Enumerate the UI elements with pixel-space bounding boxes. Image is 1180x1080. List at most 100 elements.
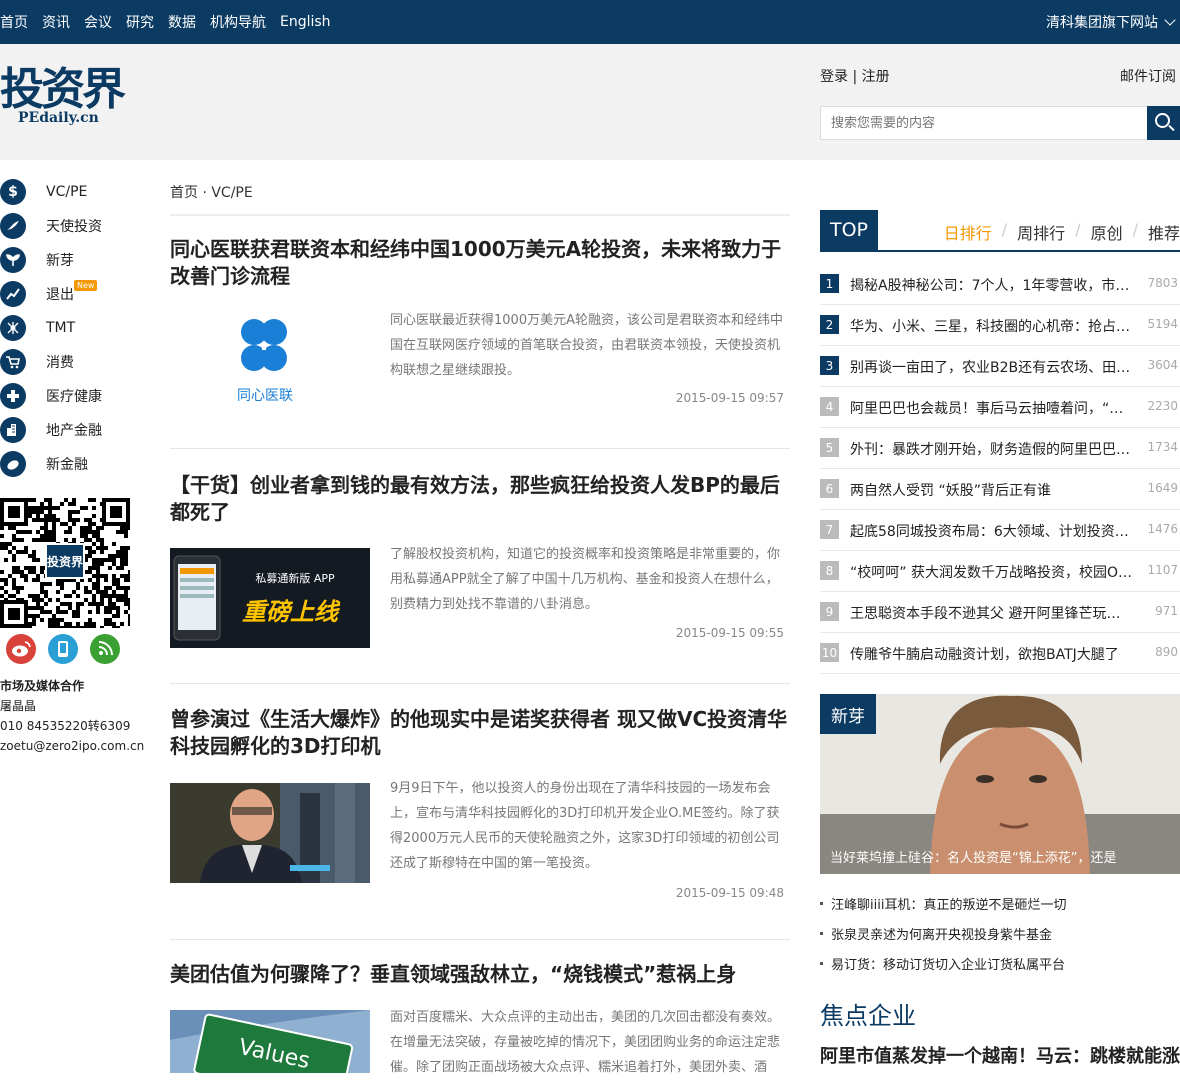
sprout-feature[interactable]: 新芽 当好莱坞撞上硅谷：名人投资是“锦上添花”，还是 xyxy=(820,694,1180,874)
sidebar-item-label: 天使投资 xyxy=(46,219,102,235)
divider xyxy=(170,683,790,684)
view-count: 971 xyxy=(1155,604,1178,618)
sidebar-item-realestate[interactable]: 地产金融 xyxy=(0,416,140,444)
view-count: 1649 xyxy=(1147,481,1178,495)
ranking-row[interactable]: 5 外刊：暴跌才刚开始，财务造假的阿里巴巴会怎样 1734 xyxy=(820,428,1180,469)
rank-title: 两自然人受罚 “妖股”背后正有谁 xyxy=(850,483,1051,499)
sprout-badge: 新芽 xyxy=(820,694,876,734)
site-logo[interactable]: 投资界 PEdaily.cn xyxy=(0,66,140,130)
rank-title: 阿里巴巴也会裁员！事后马云抽噎着问，“怎么办” xyxy=(850,401,1134,417)
article-title[interactable]: 美团估值为何骤降了？垂直领域强敌林立，“烧钱模式”惹祸上身 xyxy=(170,961,790,988)
breadcrumb[interactable]: 首页 · VC/PE xyxy=(170,182,253,202)
search-icon-handle xyxy=(1168,124,1175,132)
tab-original[interactable]: 原创 xyxy=(1091,220,1123,244)
sidebar-item-label: 新芽 xyxy=(46,253,74,269)
article-date: 2015-09-15 09:57 xyxy=(675,391,784,405)
rank-number: 3 xyxy=(820,356,839,375)
rank-number: 10 xyxy=(820,643,839,662)
feature-caption[interactable]: 当好莱坞撞上硅谷：名人投资是“锦上添花”，还是 xyxy=(830,847,1116,866)
article-date: 2015-09-15 09:48 xyxy=(675,886,784,900)
sidebar-item-label: 地产金融 xyxy=(46,423,102,439)
ranking-row[interactable]: 10 传雕爷牛腩启动融资计划，欲抱BATJ大腿了 890 xyxy=(820,633,1180,674)
rank-number: 2 xyxy=(820,315,839,334)
ranking-row[interactable]: 8 “校呵呵” 获大润发数千万战略投资，校园O2O 1107 xyxy=(820,551,1180,592)
rank-number: 1 xyxy=(820,274,839,293)
rank-number: 9 xyxy=(820,602,839,621)
nav-institutions[interactable]: 机构导航 xyxy=(210,12,266,32)
rank-number: 4 xyxy=(820,397,839,416)
contact-info: 市场及媒体合作 屠晶晶 010 84535220转6309 zoetu@zero… xyxy=(0,676,144,756)
trend-icon xyxy=(0,281,26,307)
tab-weekly[interactable]: 周排行 xyxy=(1017,220,1065,244)
nav-research[interactable]: 研究 xyxy=(126,12,154,32)
network-icon xyxy=(0,315,26,341)
article-thumbnail[interactable]: 私募通新版 APP 重磅上线 xyxy=(170,548,370,648)
article-thumbnail[interactable] xyxy=(170,783,370,883)
group-sites-dropdown[interactable]: 清科集团旗下网站 xyxy=(1046,0,1176,44)
new-badge: New xyxy=(74,280,98,291)
ranking-row[interactable]: 4 阿里巴巴也会裁员！事后马云抽噎着问，“怎么办” 2230 xyxy=(820,387,1180,428)
chevron-down-icon xyxy=(1164,13,1176,26)
rank-title: 别再谈一亩田了，农业B2B还有云农场、田田圈 xyxy=(850,360,1134,376)
focus-section-title: 焦点企业 xyxy=(820,1002,916,1030)
nav-news[interactable]: 资讯 xyxy=(42,12,70,32)
bullet xyxy=(820,961,823,965)
ranking-row[interactable]: 2 华为、小米、三星，科技圈的心机帝：抢占风口 5194 xyxy=(820,305,1180,346)
logo-chinese: 投资界 xyxy=(0,64,126,115)
site-header: 投资界 PEdaily.cn 登录 | 注册 邮件订阅 xyxy=(0,44,1180,160)
ranking-row[interactable]: 1 揭秘A股神秘公司：7个人，1年零营收，市值35亿 7803 xyxy=(820,264,1180,305)
sidebar-item-label: TMT xyxy=(46,320,76,336)
article-title[interactable]: 【干货】创业者拿到钱的最有效方法，那些疯狂给投资人发BP的最后都死了 xyxy=(170,472,790,526)
ranking-row[interactable]: 3 别再谈一亩田了，农业B2B还有云农场、田田圈 3604 xyxy=(820,346,1180,387)
bullet xyxy=(820,901,823,905)
contact-name: 屠晶晶 xyxy=(0,699,37,713)
ranking-row[interactable]: 7 起底58同城投资布局：6大领域、计划投资100亿 1476 xyxy=(820,510,1180,551)
search-button[interactable] xyxy=(1147,106,1180,140)
nav-data[interactable]: 数据 xyxy=(168,12,196,32)
focus-headline[interactable]: 阿里市值蒸发掉一个越南！马云：跳楼就能涨 xyxy=(820,1042,1180,1068)
sidebar-item-tmt[interactable]: TMT xyxy=(0,314,140,342)
ranking-row[interactable]: 6 两自然人受罚 “妖股”背后正有谁 1649 xyxy=(820,469,1180,510)
qr-logo-text: 投资界 xyxy=(47,554,83,569)
view-count: 3604 xyxy=(1147,358,1178,372)
tab-recommended[interactable]: 推荐 xyxy=(1148,220,1180,244)
contact-phone: 010 84535220转6309 xyxy=(0,719,131,733)
article-thumbnail[interactable]: 同心医联 xyxy=(170,312,370,412)
sidebar-item-sprout[interactable]: 新芽 xyxy=(0,246,140,274)
article-item: 美团估值为何骤降了？垂直领域强敌林立，“烧钱模式”惹祸上身 Values 面对百… xyxy=(170,961,790,1075)
main-nav: 首页 资讯 会议 研究 数据 机构导航 English xyxy=(0,0,345,44)
contact-email[interactable]: zoetu@zero2ipo.com.cn xyxy=(0,736,144,756)
nav-home[interactable]: 首页 xyxy=(0,12,28,32)
weibo-icon[interactable] xyxy=(6,634,36,664)
view-count: 1107 xyxy=(1147,563,1178,577)
nav-english[interactable]: English xyxy=(280,14,331,30)
ranking-row[interactable]: 9 王思聪资本手段不逊其父 避开阿里锋芒玩转娱乐 971 xyxy=(820,592,1180,633)
search-input[interactable] xyxy=(820,106,1148,140)
nav-conference[interactable]: 会议 xyxy=(84,12,112,32)
list-item[interactable]: 张泉灵亲述为何离开央视投身紫牛基金 xyxy=(820,918,1180,948)
login-register-link[interactable]: 登录 | 注册 xyxy=(820,66,890,86)
sidebar-item-label: 退出 xyxy=(46,287,74,303)
sidebar-item-consumer[interactable]: 消费 xyxy=(0,348,140,376)
article-title[interactable]: 同心医联获君联资本和经纬中国1000万美元A轮投资，未来将致力于改善门诊流程 xyxy=(170,236,790,290)
sidebar-item-exit[interactable]: 退出 New xyxy=(0,280,140,308)
sidebar-item-healthcare[interactable]: 医疗健康 xyxy=(0,382,140,410)
email-subscribe-link[interactable]: 邮件订阅 xyxy=(1120,66,1176,86)
mobile-icon[interactable] xyxy=(48,634,78,664)
sidebar-item-angel[interactable]: 天使投资 xyxy=(0,212,140,240)
sidebar-item-newfinance[interactable]: 新金融 xyxy=(0,450,140,478)
article-thumbnail[interactable]: Values xyxy=(170,1010,370,1073)
tab-daily[interactable]: 日排行 xyxy=(944,220,992,244)
sidebar-item-vcpe[interactable]: $ VC/PE xyxy=(0,178,140,206)
article-summary: 了解股权投资机构，知道它的投资概率和投资策略是非常重要的，你用私募通APP就全了… xyxy=(390,547,781,612)
article-title[interactable]: 曾参演过《生活大爆炸》的他现实中是诺奖获得者 现又做VC投资清华科技园孵化的3D… xyxy=(170,706,790,760)
list-item-text: 张泉灵亲述为何离开央视投身紫牛基金 xyxy=(831,927,1053,943)
angel-icon xyxy=(0,213,26,239)
thumb-main-text: 重磅上线 xyxy=(242,598,341,626)
rss-icon[interactable] xyxy=(90,634,120,664)
list-item[interactable]: 汪峰聊iiii耳机：真正的叛逆不是砸烂一切 xyxy=(820,888,1180,918)
sidebar-item-label: VC/PE xyxy=(46,184,88,200)
group-sites-label: 清科集团旗下网站 xyxy=(1046,15,1158,31)
list-item[interactable]: 易订货：移动订货切入企业订货私属平台 xyxy=(820,948,1180,978)
view-count: 2230 xyxy=(1147,399,1178,413)
